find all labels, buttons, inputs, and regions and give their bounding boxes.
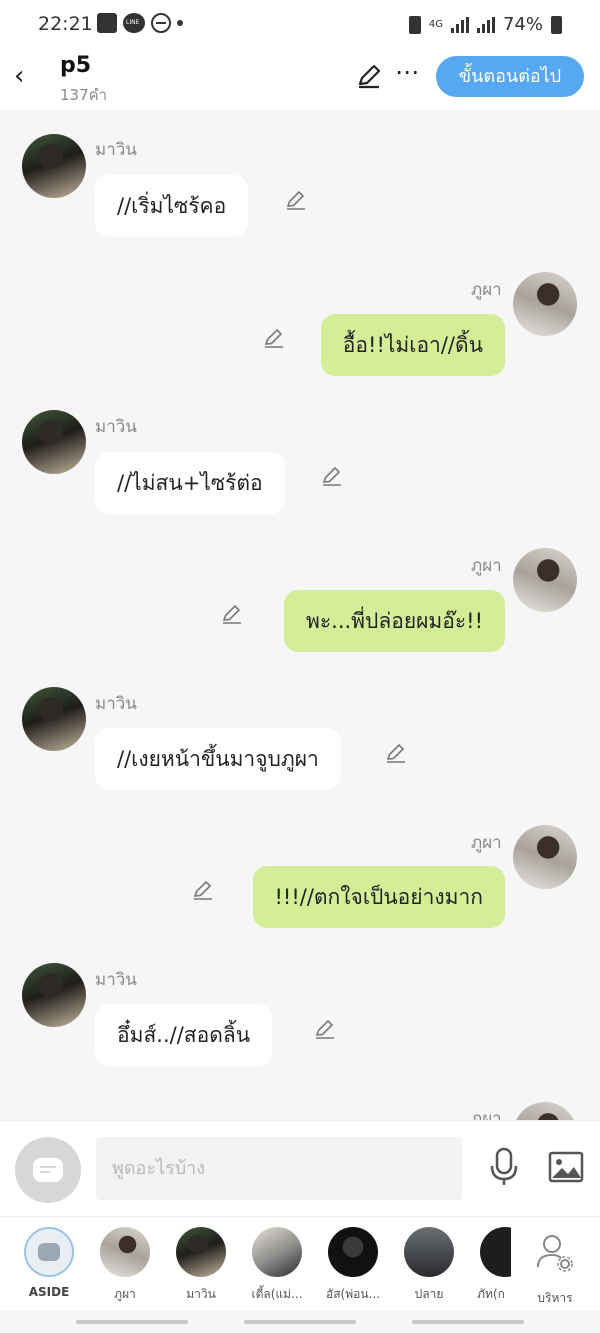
sender-name: ภูผา — [471, 833, 502, 853]
pencil-icon[interactable] — [313, 1016, 337, 1040]
avatar — [480, 1227, 511, 1277]
battery-percent: 74% — [502, 14, 543, 35]
sender-name: ภูผา — [471, 280, 502, 300]
word-count: 137คำ — [60, 86, 108, 104]
avatar[interactable] — [513, 825, 577, 889]
sender-name: มาวิน — [95, 140, 137, 160]
character-item[interactable]: ปลาย — [395, 1227, 463, 1304]
composer — [0, 1120, 600, 1216]
do-not-disturb-icon — [151, 13, 171, 33]
avatar — [252, 1227, 302, 1277]
character-item[interactable]: เตี้ล(แม่... — [243, 1227, 311, 1304]
nav-handle[interactable] — [76, 1320, 188, 1324]
pencil-icon[interactable] — [384, 740, 408, 764]
character-item[interactable]: มาวิน — [167, 1227, 235, 1304]
signal-icon — [450, 16, 469, 33]
pencil-icon[interactable] — [320, 463, 344, 487]
message-bubble[interactable]: อื้อ!!ไม่เอา//ดิ้น — [320, 314, 505, 376]
character-item[interactable]: อัส(พ่อน... — [319, 1227, 387, 1304]
status-time: 22:21 — [38, 13, 93, 35]
battery-icon — [551, 15, 562, 34]
microphone-icon[interactable] — [486, 1147, 522, 1187]
nav-handle[interactable] — [244, 1320, 356, 1324]
avatar — [100, 1227, 150, 1277]
sender-name: มาวิน — [95, 970, 137, 990]
network-label: 4G — [428, 18, 443, 30]
message-bubble[interactable]: อึ๋มส์..//สอดลิ้น — [95, 1004, 273, 1066]
chat-bubble-icon — [33, 1158, 63, 1182]
message-bubble[interactable]: !!!//ตกใจเป็นอย่างมาก — [252, 866, 505, 928]
recycle-icon — [408, 15, 421, 34]
more-icon[interactable]: ⋯ — [395, 58, 420, 86]
next-step-button[interactable]: ขั้นตอนต่อไป — [436, 56, 584, 97]
character-name: ปลาย — [414, 1287, 444, 1301]
character-name: ภัท(ก — [477, 1287, 505, 1301]
avatar[interactable] — [22, 963, 86, 1027]
status-bar: 22:21 4G 74% — [0, 0, 600, 50]
pencil-icon[interactable] — [220, 601, 244, 625]
avatar[interactable] — [513, 272, 577, 336]
avatar — [404, 1227, 454, 1277]
pencil-icon[interactable] — [191, 877, 215, 901]
avatar[interactable] — [513, 548, 577, 612]
pencil-icon[interactable] — [262, 325, 286, 349]
avatar[interactable] — [22, 687, 86, 751]
sender-name: ภูผา — [471, 1109, 502, 1120]
message-input[interactable] — [96, 1137, 462, 1200]
message-bubble[interactable]: //เงยหน้าขึ้นมาจูบภูผา — [95, 728, 341, 790]
pencil-icon[interactable] — [284, 187, 308, 211]
character-strip: ASIDE ภูผา มาวิน เตี้ล(แม่... อัส(พ่อน..… — [0, 1216, 600, 1311]
avatar[interactable] — [513, 1102, 577, 1120]
page-title: p5 — [60, 53, 92, 78]
message-bubble[interactable]: //เริ่มไซร้คอ — [95, 175, 249, 237]
message-bubble[interactable]: พะ...พี่ปล่อยผมอ๊ะ!! — [284, 590, 505, 652]
gallery-icon — [97, 13, 117, 33]
edit-icon[interactable] — [355, 62, 383, 90]
character-aside[interactable]: ASIDE — [15, 1227, 83, 1299]
system-nav-bar — [0, 1311, 600, 1333]
sender-name: มาวิน — [95, 417, 137, 437]
line-app-icon — [123, 13, 145, 33]
character-name: ASIDE — [28, 1285, 70, 1299]
character-item[interactable]: ภัท(ก — [471, 1227, 511, 1304]
message-type-button[interactable] — [15, 1137, 81, 1203]
character-name: บริหาร — [537, 1291, 573, 1305]
notification-icons — [97, 13, 183, 33]
manage-characters[interactable]: บริหาร — [521, 1227, 589, 1308]
avatar — [328, 1227, 378, 1277]
dot-icon — [177, 20, 183, 26]
character-name: ภูผา — [114, 1287, 136, 1301]
manage-user-icon — [530, 1227, 580, 1277]
image-icon[interactable] — [548, 1151, 584, 1183]
avatar[interactable] — [22, 134, 86, 198]
avatar — [176, 1227, 226, 1277]
sender-name: มาวิน — [95, 694, 137, 714]
nav-handle[interactable] — [412, 1320, 524, 1324]
character-name: เตี้ล(แม่... — [251, 1287, 303, 1301]
aside-icon — [24, 1227, 74, 1277]
character-name: อัส(พ่อน... — [326, 1287, 380, 1301]
message-bubble[interactable]: //ไม่สน+ไซร้ต่อ — [95, 452, 285, 514]
status-right: 4G 74% — [408, 14, 562, 35]
chat-area[interactable]: มาวิน //เริ่มไซร้คอ ภูผา อื้อ!!ไม่เอา//ด… — [0, 110, 600, 1120]
top-header: ‹ p5 137คำ ⋯ ขั้นตอนต่อไป — [0, 50, 600, 110]
sender-name: ภูผา — [471, 556, 502, 576]
avatar[interactable] — [22, 410, 86, 474]
character-item[interactable]: ภูผา — [91, 1227, 159, 1304]
back-icon[interactable]: ‹ — [14, 62, 38, 90]
signal-icon-2 — [476, 16, 495, 33]
character-name: มาวิน — [186, 1287, 216, 1301]
